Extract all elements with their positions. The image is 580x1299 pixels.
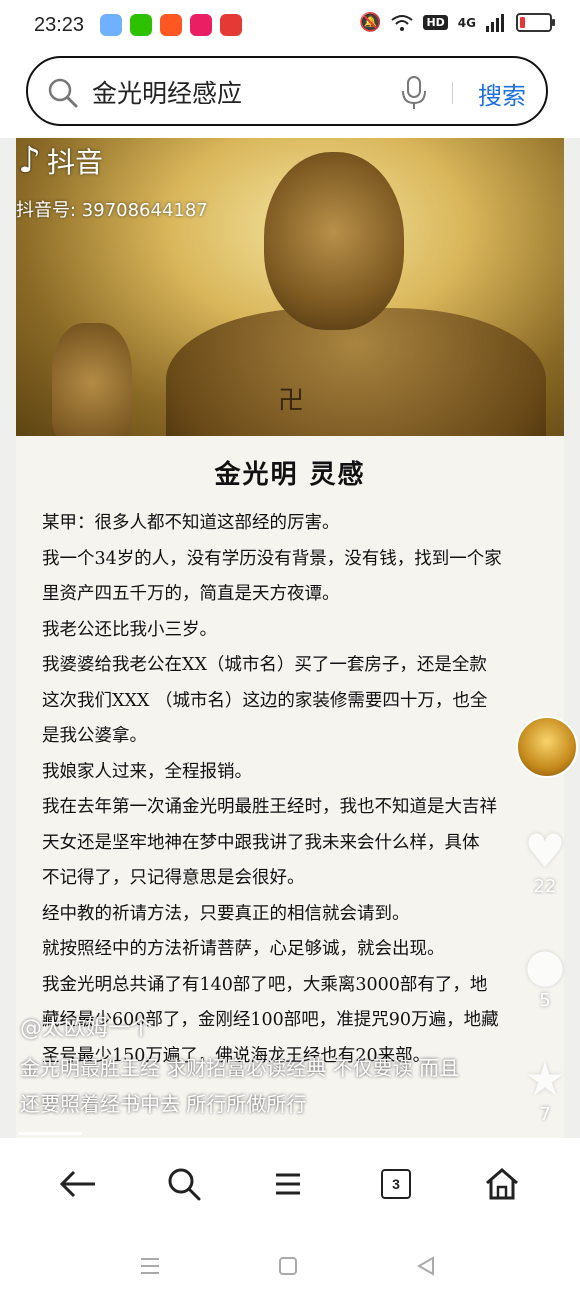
search-input[interactable] bbox=[90, 76, 384, 107]
article-line: 经中教的祈请方法，只要真正的相信就会请到。 bbox=[42, 903, 410, 924]
douyin-id: 抖音号: 39708644187 bbox=[16, 200, 208, 221]
home-icon bbox=[486, 1168, 518, 1200]
triangle-back-icon bbox=[416, 1256, 434, 1276]
article-line: 不记得了，只记得意思是会很好。 bbox=[42, 868, 305, 888]
comment-count: 5 bbox=[539, 990, 551, 1011]
search-bar[interactable]: 搜索 bbox=[26, 56, 548, 126]
tab-count: 3 bbox=[381, 1169, 411, 1199]
article-line: 我老公还比我小三岁。 bbox=[42, 619, 217, 640]
article-line: 我婆婆给我老公在XX（城市名）买了一套房子，还是全款 bbox=[42, 655, 487, 675]
article-line: 某甲：很多人都不知道这部经的厉害。 bbox=[42, 513, 340, 533]
status-time: 23:23 bbox=[34, 14, 85, 36]
notification-icons bbox=[100, 14, 242, 36]
video-caption: 金光明最胜王经 求财招富必读经典 不仅要读 而且还要照着经书中去 所行所做所行 bbox=[20, 1056, 460, 1116]
search-button[interactable]: 搜索 bbox=[478, 76, 526, 111]
article-line: 是我公婆拿。 bbox=[42, 726, 147, 746]
microphone-icon[interactable] bbox=[400, 76, 428, 110]
buddha-head bbox=[264, 152, 404, 330]
article-line: 就按照经中的方法祈请菩萨，心足够诚，就会出现。 bbox=[42, 939, 445, 959]
system-back-button[interactable] bbox=[412, 1252, 440, 1280]
article-card: 卍 ♪ 抖音 抖音号: 39708644187 金光明 灵感 某甲：很多人都不知… bbox=[16, 138, 564, 1138]
wifi-icon bbox=[391, 14, 414, 31]
article-line: 我一个34岁的人，没有学历没有背景，没有钱，找到一个家 bbox=[42, 548, 502, 569]
app-notification-icon bbox=[100, 14, 122, 36]
recent-apps-icon bbox=[141, 1258, 159, 1274]
system-navigation bbox=[0, 1232, 580, 1299]
back-button[interactable] bbox=[58, 1164, 98, 1204]
signal-icon bbox=[486, 13, 504, 32]
tabs-button[interactable]: 3 bbox=[376, 1164, 416, 1204]
heart-app-icon bbox=[190, 14, 212, 36]
back-arrow-icon bbox=[59, 1170, 95, 1198]
square-icon bbox=[279, 1257, 297, 1275]
buddha-hand bbox=[52, 323, 132, 436]
like-button[interactable]: ♥ 22 bbox=[510, 826, 580, 897]
hd-badge: HD bbox=[423, 15, 448, 30]
browser-toolbar: 3 bbox=[0, 1138, 580, 1228]
search-icon bbox=[48, 78, 78, 108]
video-content[interactable]: 卍 ♪ 抖音 抖音号: 39708644187 金光明 灵感 某甲：很多人都不知… bbox=[0, 138, 580, 1138]
article-body: 某甲：很多人都不知道这部经的厉害。我一个34岁的人，没有学历没有背景，没有钱，找… bbox=[42, 506, 562, 1074]
swastika-symbol: 卍 bbox=[278, 386, 305, 416]
battery-icon bbox=[516, 13, 555, 32]
article-line: 里资产四五千万的，简直是天方夜谭。 bbox=[42, 584, 340, 604]
menu-button[interactable] bbox=[268, 1164, 308, 1204]
home-button[interactable] bbox=[482, 1164, 522, 1204]
creator-avatar[interactable] bbox=[516, 716, 578, 778]
network-type: 4G bbox=[457, 15, 476, 30]
douyin-name: 抖音 bbox=[46, 145, 103, 179]
menu-icon bbox=[276, 1173, 300, 1195]
video-app-icon bbox=[160, 14, 182, 36]
browser-search-button[interactable] bbox=[164, 1164, 204, 1204]
favorite-count: 7 bbox=[539, 1104, 551, 1125]
buddha-image: 卍 ♪ 抖音 抖音号: 39708644187 bbox=[16, 138, 564, 436]
search-divider bbox=[452, 82, 453, 104]
video-progress-bar[interactable] bbox=[18, 1132, 82, 1135]
douyin-note-icon: ♪ bbox=[18, 140, 41, 181]
article-line: 我金光明总共诵了有140部了吧，大乘离3000部有了，地 bbox=[42, 974, 488, 995]
status-indicators: 🔕 HD 4G bbox=[359, 12, 555, 33]
comment-icon: ● bbox=[524, 938, 566, 992]
article-line: 我在去年第一次诵金光明最胜王经时，我也不知道是大吉祥 bbox=[42, 797, 497, 817]
search-icon bbox=[168, 1168, 201, 1201]
article-title: 金光明 灵感 bbox=[214, 460, 366, 490]
article-line: 天女还是坚牢地神在梦中跟我讲了我未来会什么样，具体 bbox=[42, 832, 480, 853]
comment-button[interactable]: ● 5 bbox=[510, 940, 580, 1011]
mute-icon: 🔕 bbox=[359, 12, 382, 33]
video-author[interactable]: @太欧姆一个 bbox=[20, 1010, 152, 1042]
article-line: 我娘家人过来，全程报销。 bbox=[42, 761, 252, 782]
heart-icon: ♥ bbox=[524, 824, 566, 878]
recent-apps-button[interactable] bbox=[136, 1252, 164, 1280]
weibo-icon bbox=[220, 14, 242, 36]
star-icon: ★ bbox=[524, 1052, 566, 1106]
wechat-icon bbox=[130, 14, 152, 36]
favorite-button[interactable]: ★ 7 bbox=[510, 1054, 580, 1125]
status-bar: 23:23 🔕 HD 4G bbox=[0, 0, 580, 52]
like-count: 22 bbox=[533, 876, 557, 897]
article-line: 这次我们XXX （城市名）这边的家装修需要四十万，也全 bbox=[42, 690, 488, 711]
douyin-logo: ♪ 抖音 bbox=[18, 140, 103, 181]
system-home-button[interactable] bbox=[274, 1252, 302, 1280]
